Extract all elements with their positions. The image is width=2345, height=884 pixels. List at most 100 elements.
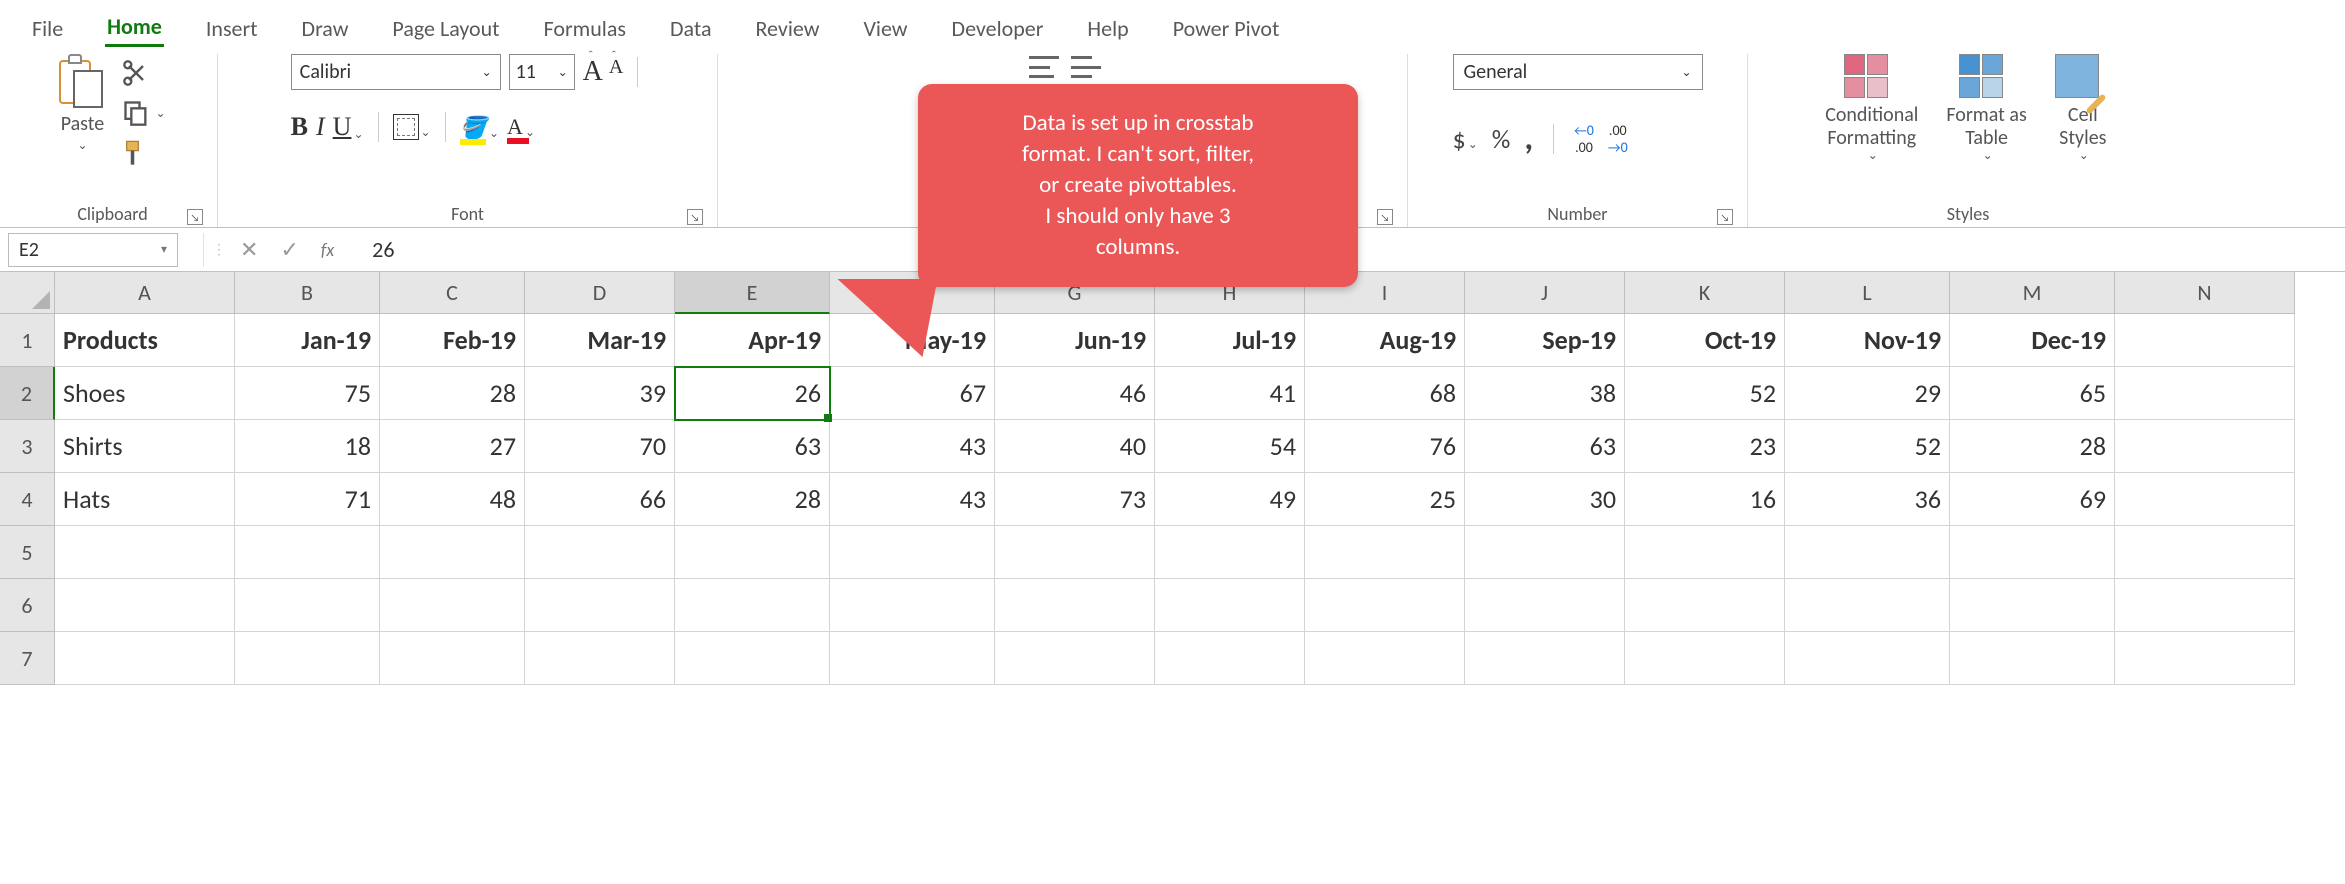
cell[interactable] bbox=[995, 526, 1155, 579]
cell[interactable]: Jan-19 bbox=[235, 314, 380, 367]
cell[interactable]: Products bbox=[55, 314, 235, 367]
format-painter-button[interactable] bbox=[119, 136, 153, 170]
tab-review[interactable]: Review bbox=[753, 11, 821, 46]
cell[interactable] bbox=[995, 632, 1155, 685]
row-header[interactable]: 3 bbox=[0, 420, 55, 473]
cell[interactable]: 54 bbox=[1155, 420, 1305, 473]
cell[interactable]: 38 bbox=[1465, 367, 1625, 420]
cell[interactable] bbox=[2115, 526, 2295, 579]
dialog-launcher-number[interactable] bbox=[1717, 209, 1733, 225]
format-as-table-button[interactable]: Format as Table ⌄ bbox=[1946, 54, 2026, 164]
cell[interactable] bbox=[380, 579, 525, 632]
cell[interactable] bbox=[380, 526, 525, 579]
cell[interactable]: Feb-19 bbox=[380, 314, 525, 367]
conditional-formatting-button[interactable]: Conditional Formatting ⌄ bbox=[1825, 54, 1918, 164]
cell[interactable]: 28 bbox=[1950, 420, 2115, 473]
cell[interactable] bbox=[525, 632, 675, 685]
cell[interactable]: 68 bbox=[1305, 367, 1465, 420]
cancel-formula-button[interactable]: ✕ bbox=[240, 236, 258, 263]
cell[interactable]: 40 bbox=[995, 420, 1155, 473]
number-format-select[interactable]: General ⌄ bbox=[1453, 54, 1703, 90]
cell[interactable] bbox=[235, 579, 380, 632]
tab-power-pivot[interactable]: Power Pivot bbox=[1171, 11, 1282, 46]
cell[interactable]: 67 bbox=[830, 367, 995, 420]
cell[interactable]: 36 bbox=[1785, 473, 1950, 526]
cell[interactable] bbox=[1465, 632, 1625, 685]
cell[interactable]: Dec-19 bbox=[1950, 314, 2115, 367]
cell[interactable]: 46 bbox=[995, 367, 1155, 420]
row-header[interactable]: 1 bbox=[0, 314, 55, 367]
cell[interactable] bbox=[55, 632, 235, 685]
cell[interactable]: 28 bbox=[675, 473, 830, 526]
dialog-launcher-font[interactable] bbox=[687, 209, 703, 225]
cell[interactable] bbox=[2115, 632, 2295, 685]
cell[interactable] bbox=[1785, 579, 1950, 632]
font-size-select[interactable]: 11 ⌄ bbox=[509, 54, 575, 90]
cell[interactable] bbox=[830, 632, 995, 685]
cell[interactable] bbox=[1305, 632, 1465, 685]
cell[interactable] bbox=[1625, 526, 1785, 579]
paste-button[interactable]: Paste ⌄ bbox=[59, 54, 105, 153]
spreadsheet-grid[interactable]: ABCDEFGHIJKLMN1ProductsJan-19Feb-19Mar-1… bbox=[0, 272, 2345, 685]
cell[interactable] bbox=[525, 526, 675, 579]
fill-color-button[interactable]: 🪣⌄ bbox=[460, 114, 499, 141]
cell[interactable]: 63 bbox=[675, 420, 830, 473]
cell[interactable] bbox=[2115, 367, 2295, 420]
cell[interactable] bbox=[1950, 526, 2115, 579]
align-top-button[interactable] bbox=[1029, 56, 1059, 78]
accounting-format-button[interactable]: $⌄ bbox=[1453, 123, 1478, 155]
cell[interactable]: 48 bbox=[380, 473, 525, 526]
select-all-corner[interactable] bbox=[0, 272, 55, 314]
cell[interactable]: 49 bbox=[1155, 473, 1305, 526]
column-header[interactable]: D bbox=[525, 272, 675, 314]
cell[interactable]: 41 bbox=[1155, 367, 1305, 420]
increase-decimal-button[interactable]: ←0.00 bbox=[1574, 122, 1594, 156]
insert-function-button[interactable]: fx bbox=[321, 239, 334, 261]
cell[interactable]: 75 bbox=[235, 367, 380, 420]
row-header[interactable]: 7 bbox=[0, 632, 55, 685]
tab-developer[interactable]: Developer bbox=[950, 11, 1046, 46]
bold-button[interactable]: B bbox=[291, 112, 308, 142]
font-name-select[interactable]: Calibri ⌄ bbox=[291, 54, 501, 90]
cell[interactable]: Shirts bbox=[55, 420, 235, 473]
cell[interactable] bbox=[830, 526, 995, 579]
cell[interactable]: 52 bbox=[1785, 420, 1950, 473]
cell[interactable]: 43 bbox=[830, 473, 995, 526]
font-color-button[interactable]: A⌄ bbox=[507, 114, 535, 140]
tab-insert[interactable]: Insert bbox=[204, 11, 260, 46]
cell[interactable]: 39 bbox=[525, 367, 675, 420]
dialog-launcher-alignment[interactable] bbox=[1377, 209, 1393, 225]
cell[interactable] bbox=[1305, 579, 1465, 632]
borders-button[interactable]: ⌄ bbox=[393, 114, 431, 140]
cell[interactable] bbox=[55, 526, 235, 579]
cell[interactable]: Sep-19 bbox=[1465, 314, 1625, 367]
cell[interactable]: 25 bbox=[1305, 473, 1465, 526]
tab-page-layout[interactable]: Page Layout bbox=[390, 11, 501, 46]
cell-styles-button[interactable]: Cell Styles ⌄ bbox=[2055, 54, 2111, 164]
column-header[interactable]: C bbox=[380, 272, 525, 314]
cell[interactable]: Shoes bbox=[55, 367, 235, 420]
percent-format-button[interactable]: % bbox=[1492, 123, 1511, 155]
cell[interactable] bbox=[1785, 526, 1950, 579]
cell[interactable] bbox=[1465, 579, 1625, 632]
cell[interactable] bbox=[380, 632, 525, 685]
cell[interactable]: 18 bbox=[235, 420, 380, 473]
cell[interactable]: 30 bbox=[1465, 473, 1625, 526]
cell[interactable]: 52 bbox=[1625, 367, 1785, 420]
cell[interactable] bbox=[2115, 473, 2295, 526]
cell[interactable]: 23 bbox=[1625, 420, 1785, 473]
underline-button[interactable]: U⌄ bbox=[333, 112, 364, 142]
cell[interactable]: 26 bbox=[675, 367, 830, 420]
cell[interactable] bbox=[675, 632, 830, 685]
enter-formula-button[interactable]: ✓ bbox=[280, 236, 298, 263]
column-header[interactable]: K bbox=[1625, 272, 1785, 314]
cell[interactable] bbox=[830, 579, 995, 632]
cell[interactable] bbox=[1785, 632, 1950, 685]
cell[interactable]: 27 bbox=[380, 420, 525, 473]
cell[interactable] bbox=[2115, 314, 2295, 367]
cell[interactable] bbox=[235, 632, 380, 685]
cell[interactable] bbox=[675, 526, 830, 579]
cell[interactable]: 69 bbox=[1950, 473, 2115, 526]
increase-font-button[interactable]: ˆA bbox=[583, 56, 603, 88]
cut-button[interactable] bbox=[119, 56, 153, 90]
